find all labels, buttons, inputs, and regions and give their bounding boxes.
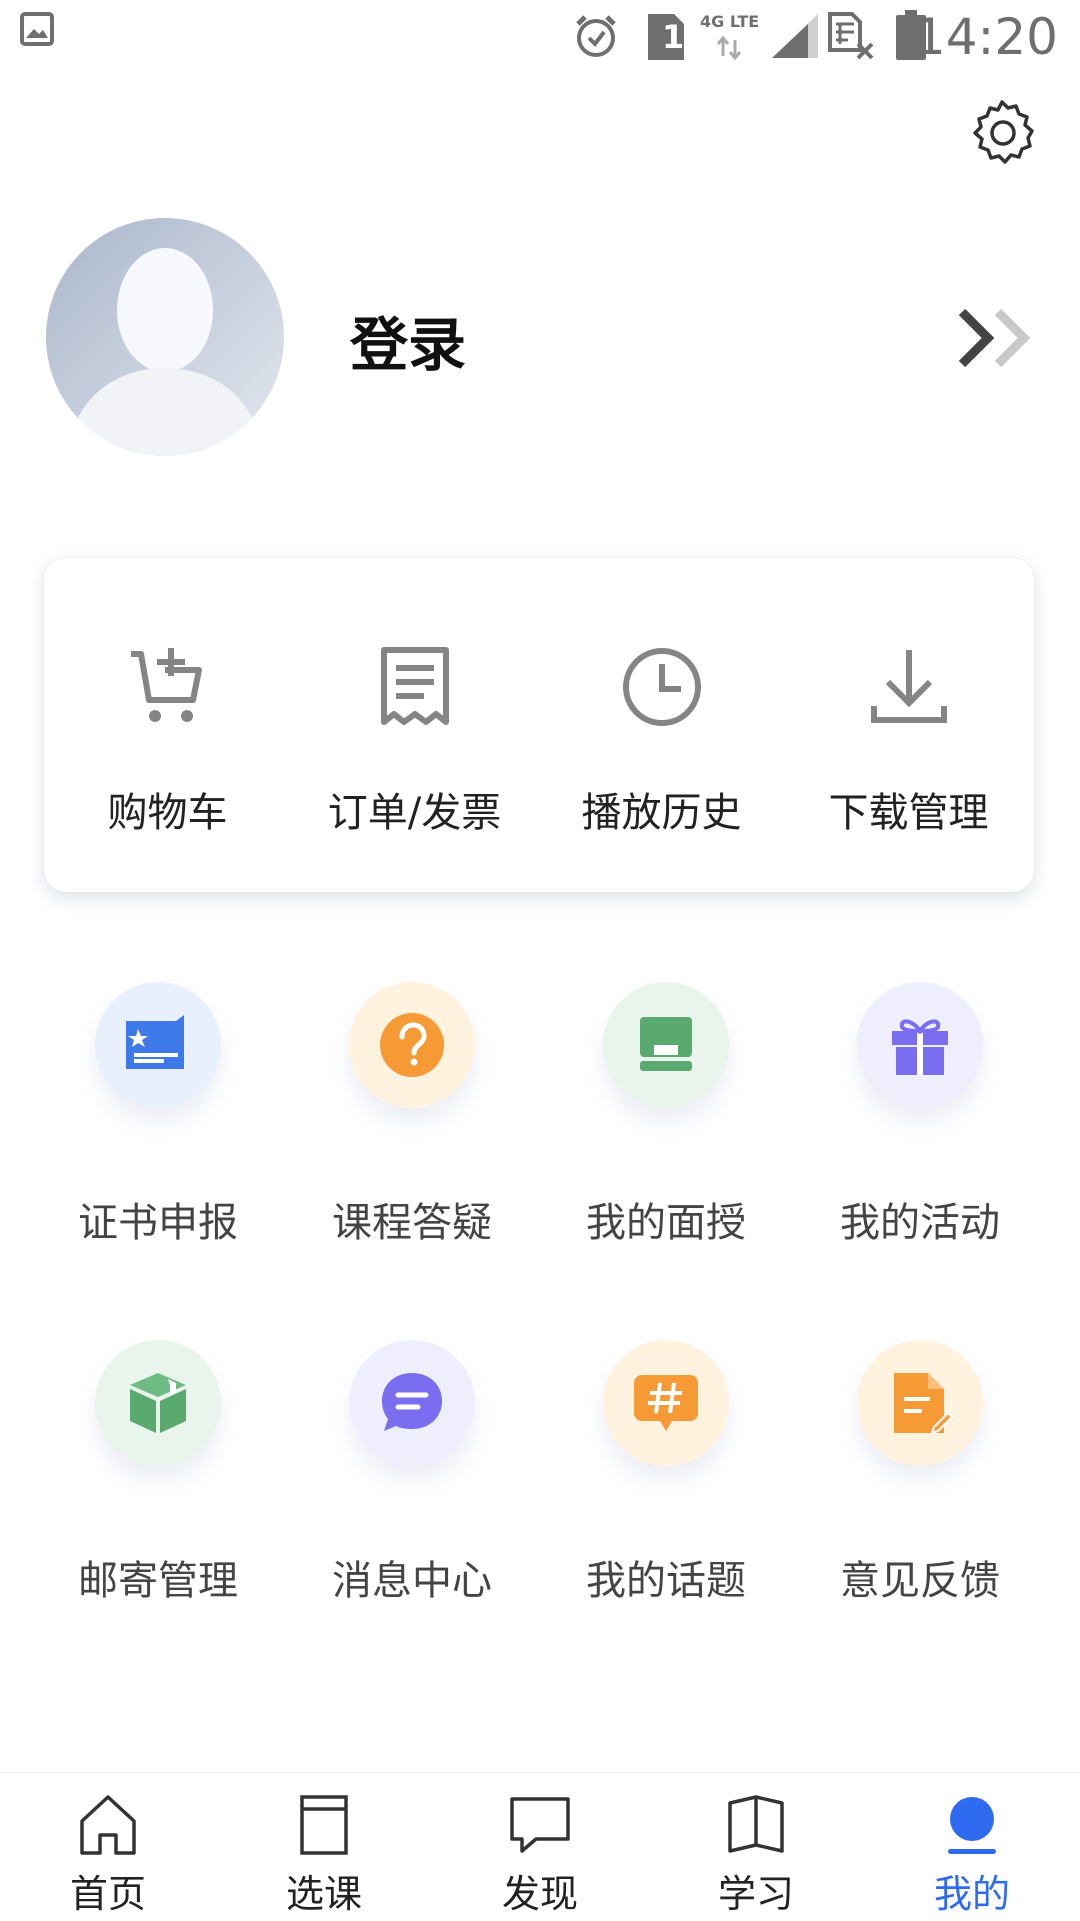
package-icon: [95, 1340, 221, 1466]
grid-item-label: 我的话题: [586, 1558, 746, 1604]
grid-item-qa[interactable]: 课程答疑: [316, 982, 516, 1246]
course-icon: [300, 1795, 348, 1855]
gallery-notification-icon: [20, 12, 54, 46]
alarm-icon: [576, 15, 616, 57]
card-item-label: 购物车: [107, 790, 228, 836]
grid-item-label: 我的活动: [840, 1200, 1000, 1246]
tab-me[interactable]: 我的: [864, 1773, 1080, 1921]
grid-item-messages[interactable]: 消息中心: [316, 1340, 516, 1604]
tab-label: 选课: [285, 1872, 362, 1916]
tab-discover[interactable]: 发现: [432, 1773, 648, 1921]
certificate-icon: [95, 982, 221, 1108]
no-sim-icon: [828, 12, 874, 60]
quick-actions-card: 购物车 订单/发票 播放历史 下载管理: [44, 558, 1034, 892]
login-label[interactable]: 登录: [350, 298, 466, 382]
tab-study[interactable]: 学习: [648, 1773, 864, 1921]
discover-icon: [510, 1797, 570, 1853]
signal-icon: [772, 14, 818, 58]
grid-item-label: 课程答疑: [332, 1200, 492, 1246]
clock-time: 14:20: [913, 8, 1058, 66]
gift-icon: [857, 982, 983, 1108]
double-chevron-right-icon[interactable]: [958, 306, 1038, 370]
card-item-cart[interactable]: 购物车: [44, 558, 291, 892]
settings-gear-icon[interactable]: [966, 98, 1038, 170]
feedback-icon: [857, 1340, 983, 1466]
grid-item-activity[interactable]: 我的活动: [824, 982, 1024, 1246]
grid-item-label: 消息中心: [332, 1558, 492, 1604]
tab-home[interactable]: 首页: [0, 1773, 216, 1921]
card-item-history[interactable]: 播放历史: [538, 558, 785, 892]
network-type: 4G LTE: [700, 12, 760, 31]
grid-item-certificate[interactable]: 证书申报: [62, 982, 262, 1246]
tab-label: 首页: [69, 1872, 146, 1916]
message-icon: [349, 1340, 475, 1466]
bottom-tab-bar: 首页 选课 发现 学习 我的: [0, 1772, 1080, 1921]
tab-label: 我的: [933, 1872, 1010, 1916]
grid-item-topics[interactable]: 我的话题: [570, 1340, 770, 1604]
grid-item-label: 证书申报: [78, 1200, 238, 1246]
status-bar: 1 4G LTE 14:20: [0, 0, 1080, 72]
card-item-downloads[interactable]: 下载管理: [785, 558, 1032, 892]
cart-plus-icon: [131, 648, 202, 722]
receipt-icon: [381, 647, 449, 725]
clock-icon: [623, 648, 701, 726]
tab-label: 发现: [501, 1872, 578, 1916]
grid-item-classroom[interactable]: 我的面授: [570, 982, 770, 1246]
grid-item-label: 我的面授: [586, 1200, 746, 1246]
tab-courses[interactable]: 选课: [216, 1773, 432, 1921]
grid-item-label: 意见反馈: [840, 1558, 1000, 1604]
data-arrows-icon: [716, 36, 742, 60]
download-icon: [871, 650, 947, 723]
grid-item-label: 邮寄管理: [78, 1558, 238, 1604]
card-item-label: 播放历史: [581, 790, 742, 836]
tab-label: 学习: [717, 1872, 794, 1916]
me-icon: [948, 1797, 996, 1854]
card-item-label: 下载管理: [828, 790, 989, 836]
sim-number: 1: [662, 18, 685, 56]
classroom-icon: [603, 982, 729, 1108]
card-item-label: 订单/发票: [327, 790, 502, 836]
study-book-icon: [728, 1795, 784, 1853]
question-icon: [349, 982, 475, 1108]
grid-item-mail[interactable]: 邮寄管理: [62, 1340, 262, 1604]
avatar[interactable]: [46, 218, 284, 456]
grid-item-feedback[interactable]: 意见反馈: [824, 1340, 1024, 1604]
topic-icon: [603, 1340, 729, 1466]
card-item-orders[interactable]: 订单/发票: [291, 558, 538, 892]
home-icon: [80, 1795, 136, 1855]
